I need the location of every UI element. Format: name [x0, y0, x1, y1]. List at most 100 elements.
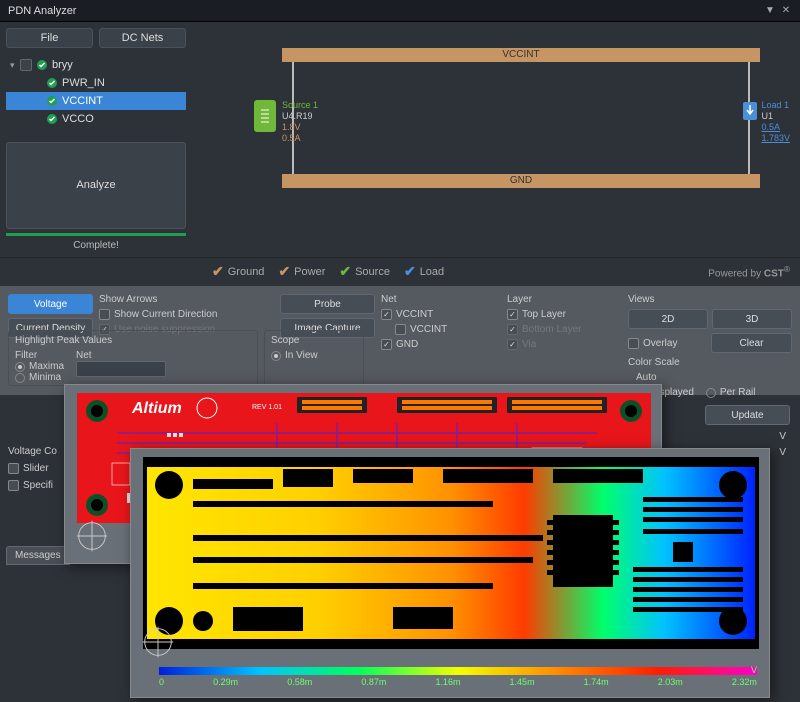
view-2d-button[interactable]: 2D	[628, 309, 708, 329]
titlebar: PDN Analyzer ▼ ✕	[0, 0, 800, 22]
scale-gradient	[159, 667, 757, 675]
update-button[interactable]: Update	[705, 405, 790, 425]
radio[interactable]	[15, 362, 25, 372]
pcb-brand: Altium	[131, 400, 182, 417]
tree-item-label: PWR_IN	[62, 77, 105, 89]
powered-by: Powered by CST®	[708, 264, 790, 279]
scale-tick: 0	[159, 677, 164, 687]
highlight-title: Highlight Peak Values	[15, 335, 251, 346]
radio[interactable]	[271, 351, 281, 361]
checkbox[interactable]	[99, 309, 110, 320]
status-text: Complete!	[6, 240, 186, 251]
legend-load: Load	[420, 266, 444, 278]
checkbox[interactable]	[8, 480, 19, 491]
pcb-thermal-window[interactable]: V 0 0.29m 0.58m 0.87m 1.16m 1.45m 1.74m …	[130, 448, 770, 698]
tree-item-pwrin[interactable]: PWR_IN	[6, 74, 186, 92]
scale-tick: 0.58m	[287, 677, 312, 687]
tree-item-label: VCCINT	[62, 95, 103, 107]
progress-bar	[6, 233, 186, 236]
layer-label: Layer	[507, 294, 622, 305]
in-view-label: In View	[285, 350, 318, 361]
radio[interactable]	[15, 373, 25, 383]
scope-group: Scope In View	[264, 330, 364, 386]
analyze-button[interactable]: Analyze	[6, 142, 186, 230]
net-tree: ▾ bryy PWR_IN VCCINT VCCO	[6, 56, 186, 142]
checkbox[interactable]	[20, 59, 32, 71]
tree-root-label: bryy	[52, 59, 73, 71]
legend-power: Power	[294, 266, 325, 278]
slider-label: Slider	[23, 463, 49, 474]
compass-icon[interactable]	[73, 517, 111, 555]
maxima-label: Maxima	[29, 361, 64, 372]
check-icon: ✔	[212, 263, 224, 280]
source-ref: U4.R19	[282, 111, 318, 122]
per-rail-label: Per Rail	[720, 387, 756, 398]
ok-icon	[36, 59, 48, 71]
show-arrows-label: Show Arrows	[99, 294, 274, 305]
check-icon: ✔	[339, 263, 351, 280]
checkbox[interactable]	[8, 463, 19, 474]
layer-item: Top Layer	[522, 309, 566, 320]
scale-unit: V	[751, 665, 757, 675]
pcb-thermal-view[interactable]	[143, 457, 759, 649]
view-3d-button[interactable]: 3D	[712, 309, 792, 329]
ok-icon	[46, 113, 58, 125]
messages-tab[interactable]: Messages	[6, 546, 70, 565]
collapse-icon[interactable]: ▾	[10, 60, 20, 71]
close-icon[interactable]: ✕	[780, 5, 792, 17]
source-amp: 0.5A	[282, 133, 318, 144]
show-current-label: Show Current Direction	[114, 309, 217, 320]
source-volt: 1.8V	[282, 122, 318, 133]
scale-tick: 0.29m	[213, 677, 238, 687]
top-net-bar[interactable]: VCCINT	[282, 48, 760, 62]
source-name: Source 1	[282, 100, 318, 111]
load-ref: U1	[761, 111, 790, 122]
minima-label: Minima	[29, 372, 61, 383]
source-block[interactable]: Source 1 U4.R19 1.8V 0.5A	[254, 100, 318, 144]
legend-source: Source	[355, 266, 390, 278]
tree-item-vccint[interactable]: VCCINT	[6, 92, 186, 110]
net-item: VCCINT	[396, 309, 433, 320]
scale-tick: 2.03m	[658, 677, 683, 687]
check-icon: ✔	[404, 263, 416, 280]
legend-ground: Ground	[228, 266, 265, 278]
source-icon	[254, 100, 276, 132]
tree-item-label: VCCO	[62, 113, 94, 125]
load-amp: 0.5A	[761, 122, 790, 133]
scale-tick: 1.45m	[510, 677, 535, 687]
ok-icon	[46, 95, 58, 107]
file-button[interactable]: File	[6, 28, 93, 48]
scale-tick: 2.32m	[732, 677, 757, 687]
ok-icon	[46, 77, 58, 89]
tree-root[interactable]: ▾ bryy	[6, 56, 186, 74]
net-filter-label: Net	[76, 350, 166, 361]
dcnets-button[interactable]: DC Nets	[99, 28, 186, 48]
load-icon	[743, 102, 757, 120]
voltage-button[interactable]: Voltage	[8, 294, 93, 314]
probe-button[interactable]: Probe	[280, 294, 375, 314]
highlight-group: Highlight Peak Values Filter Maxima Mini…	[8, 330, 258, 386]
v-suffix: V	[705, 429, 790, 445]
views-label: Views	[628, 294, 792, 305]
left-panel: File DC Nets ▾ bryy PWR_IN VCCINT VCCO	[0, 22, 192, 257]
tree-item-vcco[interactable]: VCCO	[6, 110, 186, 128]
net-label: Net	[381, 294, 501, 305]
net-select[interactable]	[76, 361, 166, 377]
checkbox[interactable]	[381, 309, 392, 320]
filter-label: Filter	[15, 350, 64, 361]
load-volt: 1.783V	[761, 133, 790, 144]
scale-tick: 1.74m	[584, 677, 609, 687]
load-block[interactable]: Load 1 U1 0.5A 1.783V	[743, 100, 790, 144]
compass-icon[interactable]	[139, 623, 177, 661]
bottom-net-bar[interactable]: GND	[282, 174, 760, 188]
dropdown-icon[interactable]: ▼	[764, 5, 776, 17]
checkbox[interactable]	[507, 309, 518, 320]
radio[interactable]	[706, 388, 716, 398]
specific-label: Specifi	[23, 480, 53, 491]
schematic-canvas[interactable]: VCCINT GND Source 1 U4.R19 1.8V 0.5A Loa…	[192, 22, 800, 257]
scale-tick: 0.87m	[361, 677, 386, 687]
app-title: PDN Analyzer	[8, 5, 764, 17]
load-name: Load 1	[761, 100, 790, 111]
legend-row: ✔Ground ✔Power ✔Source ✔Load Powered by …	[0, 257, 800, 285]
scale-tick: 1.16m	[435, 677, 460, 687]
